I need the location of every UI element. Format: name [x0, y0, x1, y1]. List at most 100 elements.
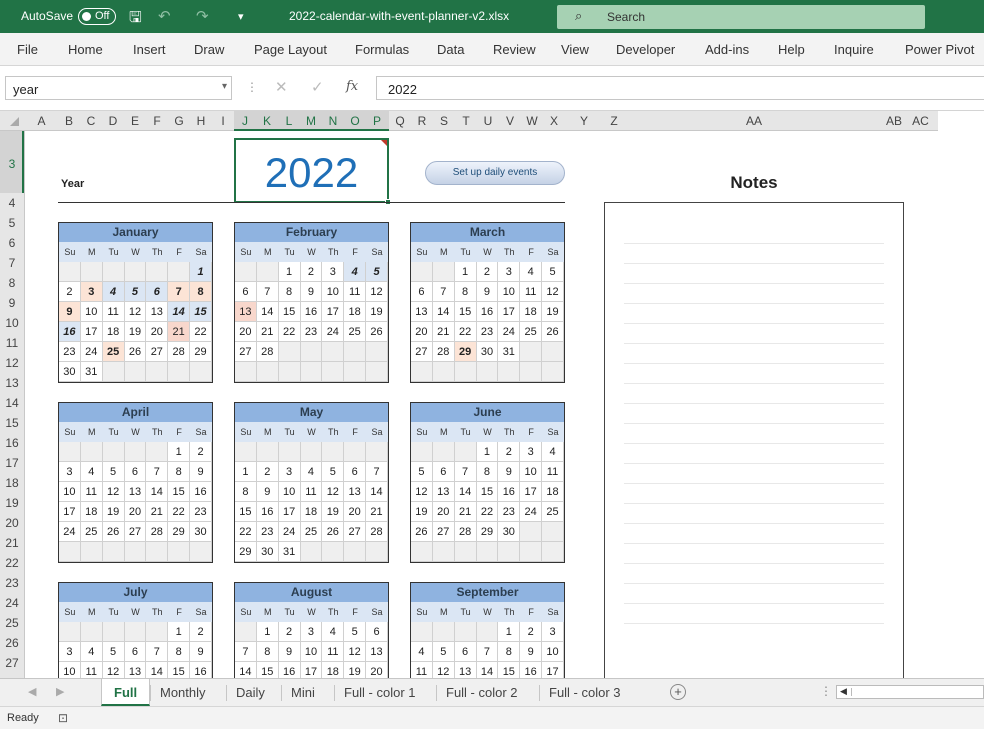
day-cell[interactable]: 5	[542, 262, 564, 282]
day-cell[interactable]: 11	[300, 482, 323, 502]
day-cell[interactable]: 27	[124, 522, 147, 542]
day-cell[interactable]: 20	[124, 502, 147, 522]
day-cell[interactable]: 28	[366, 522, 388, 542]
day-cell[interactable]: 30	[476, 342, 499, 362]
row-header-5[interactable]: 5	[0, 216, 24, 230]
day-cell[interactable]	[146, 622, 169, 642]
day-cell[interactable]: 15	[190, 302, 212, 322]
day-cell[interactable]	[235, 442, 257, 462]
day-cell[interactable]	[542, 522, 564, 542]
day-cell[interactable]	[432, 622, 455, 642]
day-cell[interactable]: 28	[432, 342, 455, 362]
day-cell[interactable]	[454, 542, 477, 562]
day-cell[interactable]: 1	[256, 622, 279, 642]
day-cell[interactable]: 16	[300, 302, 323, 322]
day-cell[interactable]: 26	[102, 522, 125, 542]
day-cell[interactable]: 14	[477, 662, 499, 678]
day-cell[interactable]	[366, 362, 388, 382]
day-cell[interactable]: 25	[542, 502, 564, 522]
column-header-v[interactable]: V	[499, 114, 521, 128]
cancel-icon[interactable]: ✕	[275, 78, 288, 96]
day-cell[interactable]	[432, 442, 455, 462]
day-cell[interactable]: 12	[542, 282, 564, 302]
day-cell[interactable]: 23	[498, 502, 521, 522]
day-cell[interactable]: 4	[411, 642, 433, 662]
day-cell[interactable]: 31	[80, 362, 103, 382]
day-cell[interactable]	[520, 522, 543, 542]
day-cell[interactable]: 3	[59, 462, 81, 482]
menu-page-layout[interactable]: Page Layout	[254, 42, 327, 57]
column-header-aa[interactable]: AA	[625, 114, 883, 128]
row-header-14[interactable]: 14	[0, 396, 24, 410]
day-cell[interactable]: 3	[498, 262, 521, 282]
day-cell[interactable]: 8	[190, 282, 212, 302]
sheet-tab-monthly[interactable]: Monthly	[160, 685, 206, 700]
day-cell[interactable]	[366, 542, 388, 562]
menu-insert[interactable]: Insert	[133, 42, 166, 57]
column-header-e[interactable]: E	[124, 114, 146, 128]
day-cell[interactable]: 16	[279, 662, 301, 678]
day-cell[interactable]: 13	[455, 662, 477, 678]
day-cell[interactable]	[146, 262, 169, 282]
day-cell[interactable]	[520, 362, 543, 382]
row-header-20[interactable]: 20	[0, 516, 24, 530]
column-header-d[interactable]: D	[102, 114, 124, 128]
day-cell[interactable]: 27	[411, 342, 433, 362]
day-cell[interactable]	[235, 362, 257, 382]
day-cell[interactable]: 9	[278, 642, 301, 662]
day-cell[interactable]: 17	[80, 322, 103, 342]
day-cell[interactable]: 7	[235, 642, 257, 662]
save-icon[interactable]: 🖫	[129, 7, 142, 32]
day-cell[interactable]: 18	[344, 302, 367, 322]
day-cell[interactable]: 14	[146, 662, 169, 678]
redo-icon[interactable]: ↷	[196, 7, 209, 25]
day-cell[interactable]	[498, 542, 521, 562]
day-cell[interactable]: 10	[59, 662, 81, 678]
row-header-12[interactable]: 12	[0, 356, 24, 370]
column-header-j[interactable]: J	[234, 114, 256, 128]
day-cell[interactable]: 15	[498, 662, 521, 678]
day-cell[interactable]: 19	[322, 502, 345, 522]
day-cell[interactable]: 4	[344, 262, 367, 282]
day-cell[interactable]: 1	[168, 622, 191, 642]
day-cell[interactable]: 8	[235, 482, 257, 502]
day-cell[interactable]: 3	[542, 622, 564, 642]
day-cell[interactable]	[146, 442, 169, 462]
day-cell[interactable]: 25	[344, 322, 367, 342]
day-cell[interactable]: 7	[432, 282, 455, 302]
day-cell[interactable]	[235, 622, 257, 642]
day-cell[interactable]: 6	[344, 462, 367, 482]
day-cell[interactable]	[146, 362, 169, 382]
day-cell[interactable]: 15	[235, 502, 257, 522]
menu-draw[interactable]: Draw	[194, 42, 224, 57]
day-cell[interactable]: 26	[411, 522, 433, 542]
day-cell[interactable]: 26	[366, 322, 388, 342]
day-cell[interactable]: 10	[498, 282, 521, 302]
day-cell[interactable]: 13	[124, 482, 147, 502]
day-cell[interactable]: 1	[278, 262, 301, 282]
day-cell[interactable]	[498, 362, 521, 382]
day-cell[interactable]: 19	[344, 662, 367, 678]
day-cell[interactable]: 15	[454, 302, 477, 322]
day-cell[interactable]: 16	[59, 322, 81, 342]
day-cell[interactable]: 21	[454, 502, 477, 522]
day-cell[interactable]: 21	[168, 322, 191, 342]
notes-box[interactable]	[604, 202, 904, 678]
day-cell[interactable]: 12	[433, 662, 455, 678]
day-cell[interactable]	[278, 362, 301, 382]
day-cell[interactable]: 10	[542, 642, 564, 662]
day-cell[interactable]: 8	[498, 642, 521, 662]
scroll-left-icon[interactable]: ◀	[840, 686, 847, 697]
day-cell[interactable]: 19	[542, 302, 564, 322]
day-cell[interactable]: 22	[168, 502, 191, 522]
day-cell[interactable]: 11	[411, 662, 433, 678]
day-cell[interactable]: 8	[168, 642, 191, 662]
day-cell[interactable]	[235, 262, 257, 282]
day-cell[interactable]	[256, 442, 279, 462]
day-cell[interactable]: 13	[411, 302, 433, 322]
day-cell[interactable]	[411, 362, 433, 382]
day-cell[interactable]: 17	[301, 662, 323, 678]
day-cell[interactable]: 7	[146, 642, 169, 662]
macro-record-icon[interactable]: ⊡	[58, 711, 68, 725]
day-cell[interactable]: 10	[278, 482, 301, 502]
